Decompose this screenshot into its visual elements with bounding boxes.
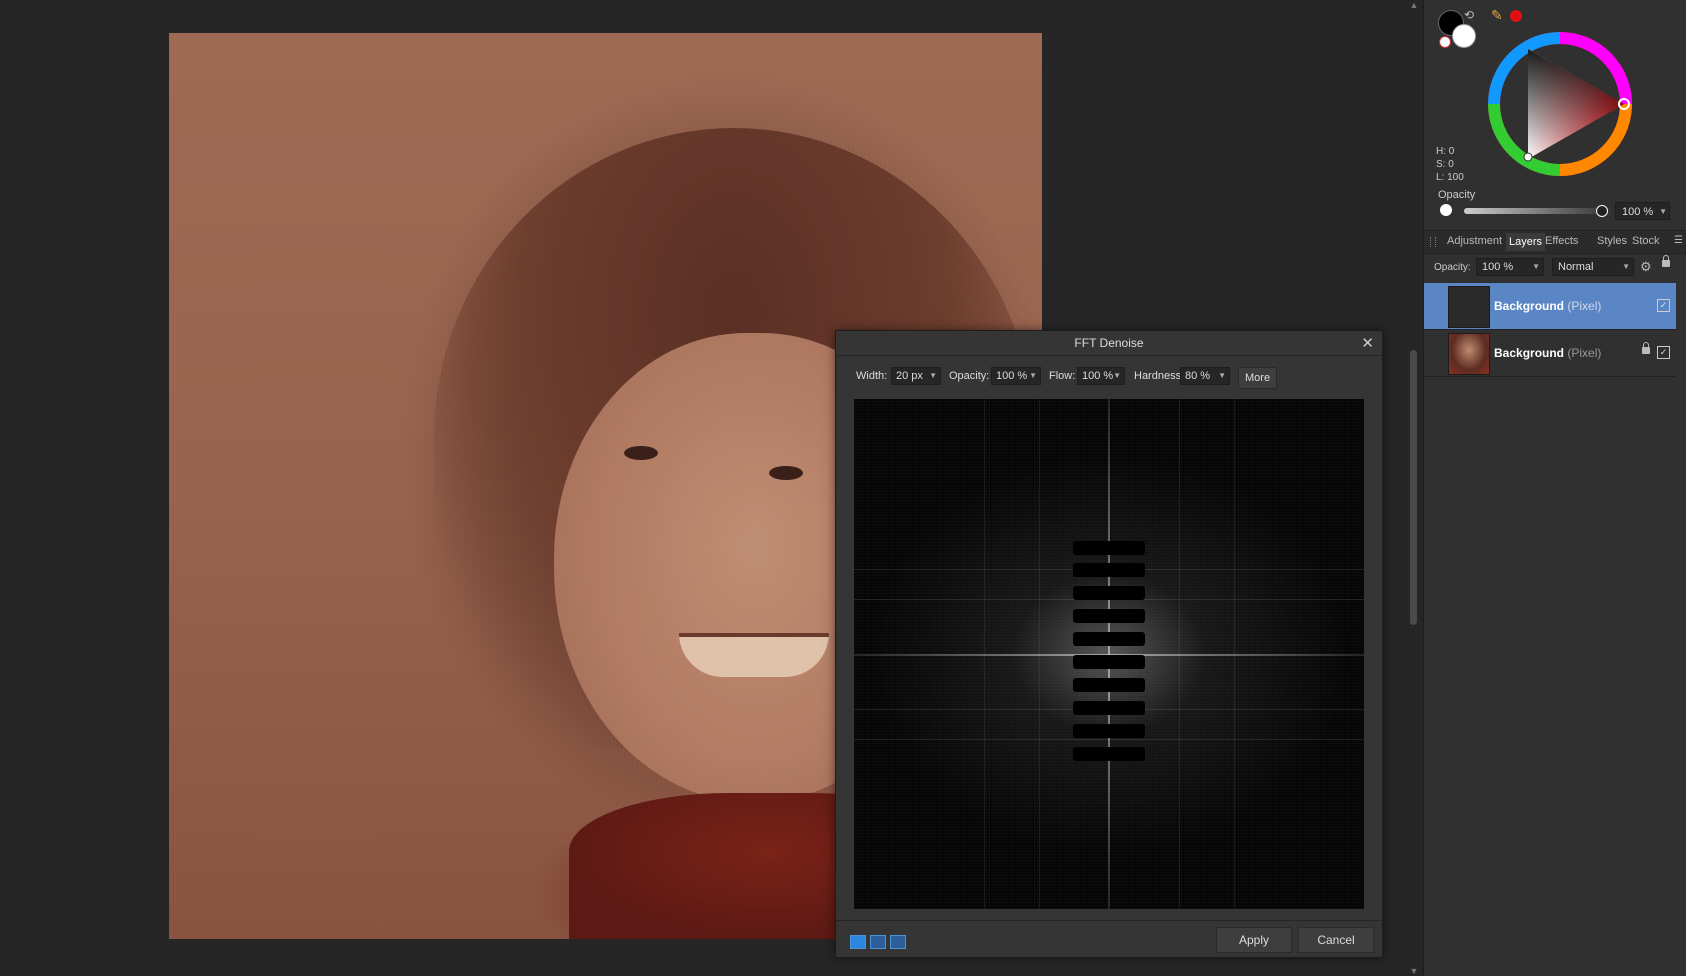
hardness-value: 80 % <box>1185 370 1211 382</box>
flow-value: 100 % <box>1082 370 1114 382</box>
color-handle <box>1523 152 1533 162</box>
color-wheel[interactable] <box>1485 29 1635 179</box>
photo-mouth <box>679 633 829 677</box>
opacity-start-dot <box>1440 204 1452 216</box>
dialog-footer: Apply Cancel <box>836 920 1382 957</box>
mask-stroke <box>1073 632 1145 646</box>
tab-effects[interactable]: Effects <box>1545 235 1578 247</box>
cancel-button[interactable]: Cancel <box>1298 927 1374 953</box>
chevron-down-icon[interactable]: ▼ <box>1218 368 1226 384</box>
lightness-readout: L: 100 <box>1436 172 1464 183</box>
tab-styles[interactable]: Styles <box>1597 235 1627 247</box>
mask-stroke <box>1073 541 1145 555</box>
chevron-down-icon[interactable]: ▼ <box>929 368 937 384</box>
close-icon[interactable]: ✕ <box>1361 334 1374 352</box>
canvas-vertical-scrollbar[interactable]: ▲ ▼ <box>1405 0 1423 976</box>
opacity-slider[interactable] <box>1464 208 1634 214</box>
flow-label: Flow: <box>1049 370 1076 382</box>
scroll-up-icon[interactable]: ▲ <box>1409 0 1419 10</box>
chevron-down-icon[interactable]: ▼ <box>1659 203 1667 221</box>
dialog-title: FFT Denoise <box>836 331 1382 356</box>
mask-stroke <box>1073 701 1145 715</box>
no-color-icon[interactable] <box>1439 36 1451 48</box>
brush-toolbar: Width: 20 px ▼ Opacity: 100 % ▼ Flow: 100 … <box>846 367 1366 389</box>
chevron-down-icon[interactable]: ▼ <box>1113 368 1121 384</box>
view-single-icon[interactable] <box>850 935 866 949</box>
view-split-icon[interactable] <box>870 935 886 949</box>
layer-row[interactable]: Background (Pixel) ✓ <box>1424 330 1676 377</box>
panel-grip-icon[interactable] <box>1430 237 1436 247</box>
layer-opacity-label: Opacity: <box>1434 262 1471 273</box>
color-picker-icon[interactable]: ✎ <box>1491 7 1503 24</box>
mask-stroke <box>1073 609 1145 623</box>
layer-type: (Pixel) <box>1567 299 1602 313</box>
mask-stroke <box>1073 724 1145 738</box>
lock-icon[interactable] <box>1662 255 1670 267</box>
tab-adjustment[interactable]: Adjustment <box>1447 235 1502 247</box>
opacity-field[interactable]: 100 % ▼ <box>991 367 1041 385</box>
mask-stroke <box>1073 747 1145 761</box>
layer-controls: Opacity: 100 % ▼ Normal ▼ ⚙ <box>1424 255 1686 280</box>
studio-tabs: Adjustment Layers Effects Styles Stock ☰ <box>1424 230 1686 254</box>
gear-icon[interactable]: ⚙ <box>1640 259 1652 275</box>
visibility-checkbox[interactable]: ✓ <box>1657 346 1670 359</box>
color-opacity-field[interactable]: 100 % ▼ <box>1615 202 1670 220</box>
right-studio-panel: ⟲ ✎ H: 0 S: 0 L: 100 Opacity 100 % ▼ Adj… <box>1423 0 1686 976</box>
opacity-slider-handle[interactable] <box>1596 205 1608 217</box>
layer-opacity-field[interactable]: 100 % ▼ <box>1476 258 1544 276</box>
scroll-down-icon[interactable]: ▼ <box>1409 966 1419 976</box>
mask-stroke <box>1073 563 1145 577</box>
mask-stroke <box>1073 655 1145 669</box>
layer-name: Background (Pixel) <box>1494 299 1601 313</box>
background-color-swatch[interactable] <box>1452 24 1476 48</box>
scrollbar-thumb[interactable] <box>1410 350 1417 625</box>
width-value: 20 px <box>896 370 923 382</box>
chevron-down-icon[interactable]: ▼ <box>1532 259 1540 275</box>
visibility-checkbox[interactable]: ✓ <box>1657 299 1670 312</box>
mask-stroke <box>1073 678 1145 692</box>
color-opacity-value: 100 % <box>1622 206 1654 218</box>
opacity-label: Opacity: <box>949 370 990 382</box>
hardness-label: Hardness <box>1134 370 1182 382</box>
layer-opacity-value: 100 % <box>1482 261 1514 273</box>
blend-mode-select[interactable]: Normal ▼ <box>1552 258 1634 276</box>
view-mirror-icon[interactable] <box>890 935 906 949</box>
color-opacity-label: Opacity <box>1438 189 1476 201</box>
apply-button[interactable]: Apply <box>1216 927 1292 953</box>
lock-icon[interactable] <box>1642 342 1650 354</box>
chevron-down-icon[interactable]: ▼ <box>1622 259 1630 275</box>
tab-stock[interactable]: Stock <box>1632 235 1660 247</box>
layer-name-text: Background <box>1494 346 1565 360</box>
saturation-readout: S: 0 <box>1436 159 1454 170</box>
width-label: Width: <box>856 370 888 382</box>
picked-color-swatch[interactable] <box>1510 10 1522 22</box>
mask-stroke <box>1073 586 1145 600</box>
panel-menu-icon[interactable]: ☰ <box>1674 235 1683 246</box>
flow-field[interactable]: 100 % ▼ <box>1077 367 1125 385</box>
layer-thumbnail <box>1448 286 1490 328</box>
layer-type: (Pixel) <box>1567 346 1602 360</box>
photo-eye-left <box>624 446 658 460</box>
tab-layers[interactable]: Layers <box>1506 233 1546 251</box>
swap-colors-icon[interactable]: ⟲ <box>1464 8 1474 22</box>
width-field[interactable]: 20 px ▼ <box>891 367 941 385</box>
layer-row[interactable]: Background (Pixel) ✓ <box>1424 283 1676 330</box>
hue-readout: H: 0 <box>1436 146 1455 157</box>
opacity-value: 100 % <box>996 370 1028 382</box>
layer-name-text: Background <box>1494 299 1565 313</box>
layer-thumbnail <box>1448 333 1490 375</box>
layer-name: Background (Pixel) <box>1494 346 1601 360</box>
photo-eye-right <box>769 466 803 480</box>
more-button[interactable]: More <box>1238 367 1278 389</box>
fft-spectrum-view[interactable] <box>854 399 1364 909</box>
fft-denoise-dialog: FFT Denoise ✕ Width: 20 px ▼ Opacity: 100… <box>835 330 1383 958</box>
chevron-down-icon[interactable]: ▼ <box>1029 368 1037 384</box>
denoise-mask-strokes <box>1073 541 1145 765</box>
hsl-readout: H: 0 S: 0 L: 100 <box>1436 145 1464 184</box>
blend-mode-value: Normal <box>1558 261 1594 273</box>
hardness-field[interactable]: 80 % ▼ <box>1180 367 1230 385</box>
